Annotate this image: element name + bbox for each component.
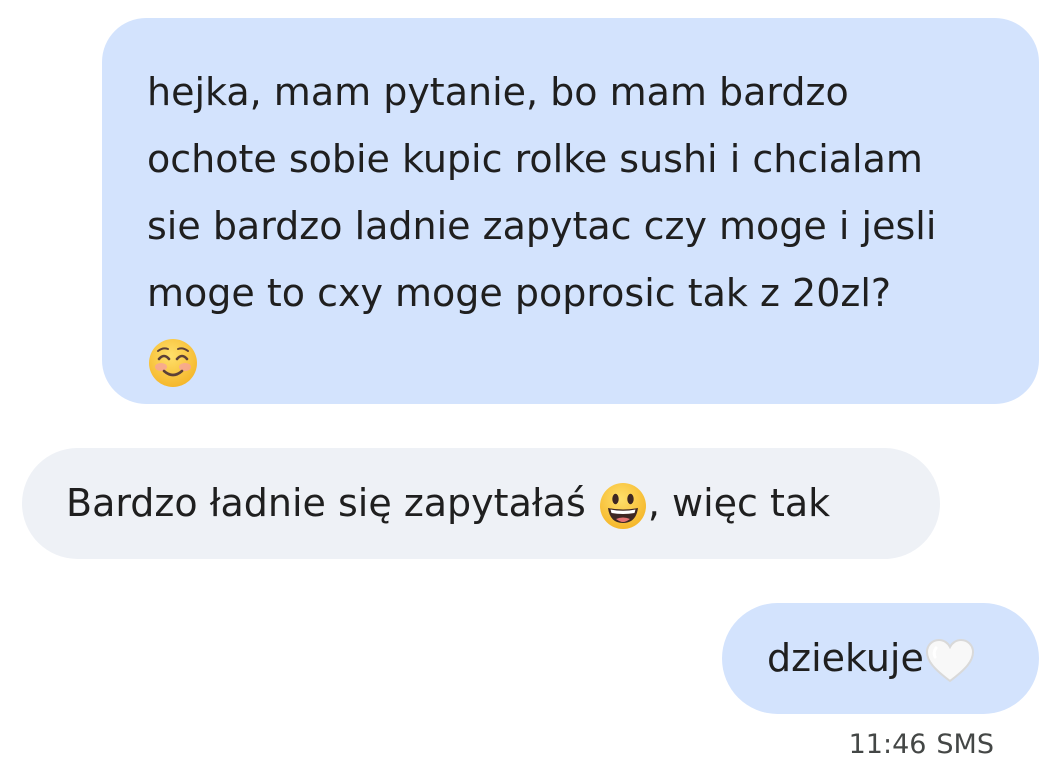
message-text: Bardzo ładnie się zapytałaś xyxy=(66,481,598,525)
message-meta: 11:46 SMS xyxy=(849,727,994,763)
message-type-label: SMS xyxy=(936,729,994,760)
message-text-line: moge to cxy moge poprosic tak z 20zl? xyxy=(147,271,892,315)
outgoing-message-bubble[interactable]: hejka, mam pytanie, bo mam bardzo ochote… xyxy=(102,18,1039,404)
message-text-line: hejka, mam pytanie, bo mam bardzo xyxy=(147,70,849,114)
smiling-face-with-smiling-eyes-icon xyxy=(147,337,199,389)
message-emoji-line xyxy=(147,327,999,394)
message-text-line: ochote sobie kupic rolke sushi i chciala… xyxy=(147,137,923,181)
incoming-message-bubble[interactable]: Bardzo ładnie się zapytałaś , więc tak xyxy=(22,448,940,559)
white-heart-icon xyxy=(924,637,976,685)
message-text: , więc tak xyxy=(647,481,831,525)
outgoing-message-bubble[interactable]: dziekuje xyxy=(722,603,1039,714)
message-text: dziekuje xyxy=(767,636,924,680)
message-text-line: sie bardzo ladnie zapytac czy moge i jes… xyxy=(147,204,937,248)
message-timestamp: 11:46 xyxy=(848,729,927,760)
grinning-face-icon xyxy=(598,481,648,531)
